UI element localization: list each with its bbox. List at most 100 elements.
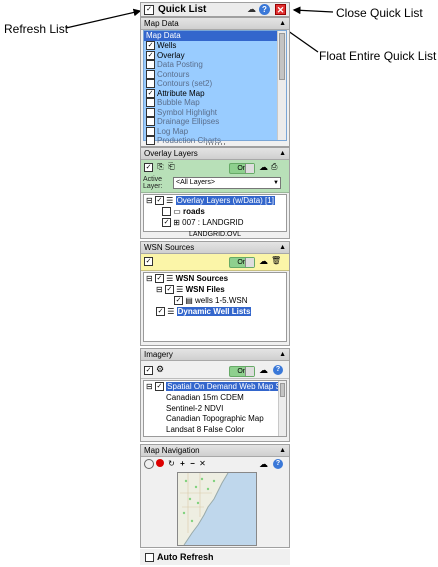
chevron-down-icon[interactable]: ▼ (273, 178, 279, 188)
tree-row-imagery-root[interactable]: ⊟ ✓ Spatial On Demand Web Map Se (146, 382, 286, 392)
collapse-arrow-icon[interactable]: ▲ (279, 18, 286, 29)
map-data-item-label: Data Posting (157, 60, 203, 69)
map-data-item-label: Wells (157, 41, 177, 50)
callout-float-quick-list: Float Entire Quick List (319, 49, 437, 63)
collapse-arrow-icon[interactable]: ▲ (279, 349, 286, 360)
trash-icon[interactable]: 🗑 (271, 256, 281, 265)
list-icon: ☰ (167, 307, 175, 316)
map-data-item[interactable]: Symbol Highlight (146, 108, 217, 118)
map-data-item-checkbox[interactable] (146, 69, 155, 79)
map-data-item-checkbox[interactable]: ✓ (146, 41, 155, 51)
active-layer-value: <All Layers> (176, 179, 215, 186)
map-navigation-header[interactable]: Map Navigation ▲ (141, 445, 289, 457)
wsn-on-toggle[interactable]: On (229, 257, 255, 268)
imagery-header[interactable]: Imagery ▲ (141, 349, 289, 361)
check-all-icon[interactable]: ✓ (144, 366, 153, 375)
map-data-item[interactable]: ✓ Attribute Map (146, 89, 205, 99)
imagery-on-toggle[interactable]: On (229, 366, 255, 377)
cloud-icon[interactable]: ☁ (259, 162, 268, 173)
map-data-item[interactable]: ✓ Overlay (146, 51, 185, 61)
overlay-on-toggle[interactable]: On (229, 163, 255, 174)
zoom-in-icon[interactable]: + (178, 459, 187, 468)
wsn-sources-header-label: WSN Sources (144, 243, 195, 252)
gear-icon[interactable]: ⚙ (156, 364, 164, 375)
layer-options-icon[interactable]: ⎙ (271, 162, 277, 172)
imagery-layer-label: Sentinel-2 NDVI (166, 403, 224, 413)
tree-row-overlay-root[interactable]: ⊟ ✓ ☰ Overlay Layers (w/Data) [1] (146, 196, 275, 206)
imagery-layer-item[interactable]: Canadian Topographic Map (166, 414, 264, 424)
map-data-item-checkbox[interactable]: ✓ (146, 50, 155, 60)
map-data-item-checkbox[interactable]: ✓ (146, 88, 155, 98)
map-data-item[interactable]: Contours (set2) (146, 79, 212, 89)
cloud-icon[interactable]: ☁ (259, 256, 268, 267)
cancel-icon[interactable]: ✕ (198, 459, 207, 468)
collapse-arrow-icon[interactable]: ▲ (279, 148, 286, 159)
map-data-item-checkbox[interactable] (146, 126, 155, 136)
map-thumbnail-image (178, 473, 229, 545)
help-icon[interactable]: ? (259, 4, 270, 15)
map-data-item-label: Attribute Map (157, 88, 205, 98)
float-cloud-icon[interactable]: ☁ (247, 4, 256, 15)
map-data-item[interactable]: Log Map (146, 127, 188, 137)
map-data-item[interactable]: ✓ Wells (146, 41, 176, 51)
imagery-tree: ⊟ ✓ Spatial On Demand Web Map Se Canadia… (143, 380, 287, 437)
tree-row-dynamic-lists[interactable]: ✓ ☰ Dynamic Well Lists (156, 307, 252, 317)
map-data-item-checkbox[interactable] (146, 98, 155, 108)
map-data-item-label: Overlay (157, 50, 185, 60)
map-data-list: Map Data ✓ Wells ✓ Overlay Data Posting Conto… (143, 30, 287, 146)
rotate-icon[interactable]: ↻ (167, 459, 176, 468)
map-data-item-checkbox[interactable] (146, 79, 155, 89)
map-data-item-checkbox[interactable] (146, 107, 155, 117)
map-data-root[interactable]: Map Data (144, 31, 277, 41)
check-all-icon[interactable]: ✓ (144, 257, 153, 266)
tree-row-wsn-file[interactable]: ✓ ▤ wells 1-5.WSN (174, 296, 247, 306)
map-data-item[interactable]: Bubble Map (146, 98, 200, 108)
grid-icon: ⊞ (173, 218, 180, 227)
collapse-arrow-icon[interactable]: ▲ (279, 445, 286, 456)
check-all-icon[interactable]: ✓ (144, 163, 153, 172)
imagery-root-label[interactable]: Spatial On Demand Web Map Se (166, 382, 286, 391)
record-icon[interactable] (156, 459, 164, 467)
tree-row-wsn-root[interactable]: ⊟ ✓ ☰ WSN Sources (146, 274, 228, 284)
overlay-layers-header[interactable]: Overlay Layers ▲ (141, 148, 289, 160)
map-data-scroll-thumb[interactable] (279, 33, 285, 80)
overlay-root-label[interactable]: Overlay Layers (w/Data) [1] (175, 196, 275, 205)
auto-refresh-checkbox[interactable] (145, 553, 154, 562)
map-data-item-checkbox[interactable] (146, 60, 155, 70)
map-data-item[interactable]: Drainage Ellipses (146, 117, 219, 127)
active-layer-select[interactable]: <All Layers> ▼ (173, 177, 281, 189)
imagery-layer-item[interactable]: Landsat 8 False Color (166, 425, 244, 435)
imagery-layer-item[interactable]: Sentinel-2 NDVI (166, 404, 223, 414)
resize-grip[interactable] (141, 142, 289, 146)
quick-list-title: Quick List (158, 4, 207, 15)
help-icon[interactable]: ? (273, 365, 283, 375)
imagery-layer-label: Landsat 8 False Color (166, 424, 245, 434)
close-icon[interactable]: ✕ (275, 4, 286, 15)
map-data-item-checkbox[interactable] (146, 117, 155, 127)
map-data-item[interactable]: Data Posting (146, 60, 203, 70)
layer-add-icon[interactable]: ⎘ (156, 162, 165, 171)
overlay-layers-header-label: Overlay Layers (144, 149, 198, 158)
map-thumbnail[interactable] (177, 472, 257, 546)
refresh-checkbox-icon[interactable]: ✓ (144, 5, 154, 15)
cloud-icon[interactable]: ☁ (259, 459, 268, 470)
help-icon[interactable]: ? (273, 459, 283, 469)
tree-row-roads[interactable]: ▭ roads (162, 207, 205, 217)
tree-row-landgrid[interactable]: ✓ ⊞ 007 : LANDGRID (162, 218, 244, 228)
cloud-icon[interactable]: ☁ (259, 365, 268, 376)
imagery-scrollbar[interactable] (278, 381, 286, 436)
imagery-toolbar: ✓ ⚙ On ☁ ? (141, 362, 289, 379)
tree-row-wsn-files[interactable]: ⊟ ✓ ☰ WSN Files (156, 285, 225, 295)
imagery-panel: Imagery ▲ ✓ ⚙ On ☁ ? ⊟ ✓ Spatial On Deman… (140, 348, 290, 442)
map-data-scrollbar[interactable] (277, 31, 286, 140)
zoom-out-icon[interactable]: − (188, 459, 197, 468)
layer-remove-icon[interactable]: ⎗ (167, 162, 176, 171)
map-data-panel: Map Data ▲ Map Data ✓ Wells ✓ Overlay Data Po… (140, 17, 290, 147)
wsn-sources-header[interactable]: WSN Sources ▲ (141, 242, 289, 254)
imagery-scroll-thumb[interactable] (280, 383, 285, 397)
collapse-arrow-icon[interactable]: ▲ (279, 242, 286, 253)
globe-icon[interactable] (144, 459, 154, 469)
map-data-item[interactable]: Contours (146, 70, 189, 80)
imagery-layer-item[interactable]: Canadian 15m CDEM (166, 393, 244, 403)
map-data-header[interactable]: Map Data ▲ (141, 18, 289, 30)
